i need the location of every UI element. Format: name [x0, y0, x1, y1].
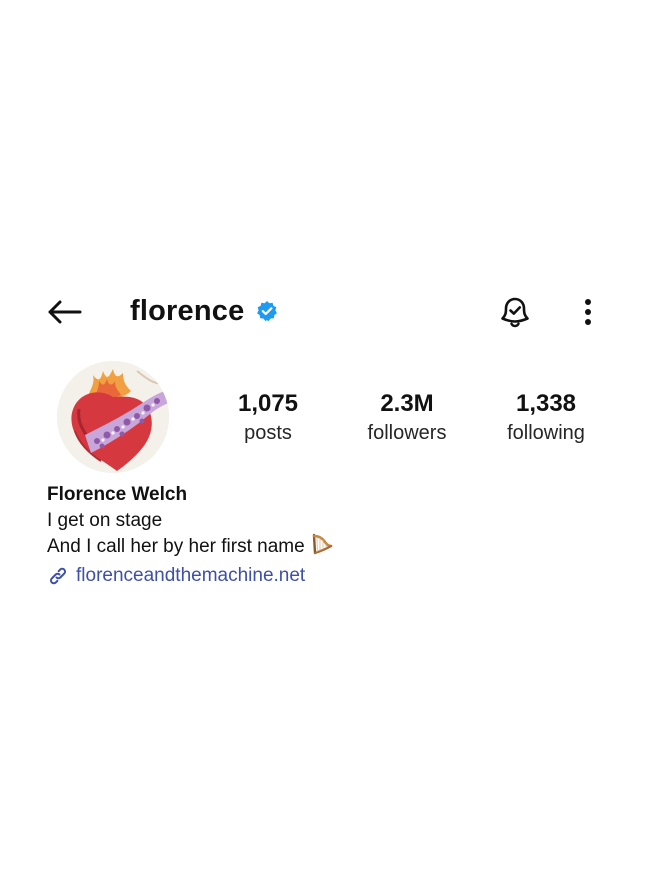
profile-header: florence — [0, 283, 659, 339]
bio-line: I get on stage — [47, 508, 627, 533]
followers-label: followers — [367, 422, 447, 444]
username-container: florence — [130, 291, 278, 331]
harp-emoji — [311, 533, 333, 562]
following-label: following — [507, 422, 585, 444]
link-icon — [49, 567, 67, 584]
posts-label: posts — [244, 422, 292, 444]
bio-text: And I call her by her first name — [47, 536, 305, 557]
bell-check-icon — [501, 297, 529, 328]
display-name: Florence Welch — [47, 484, 188, 505]
following-stat[interactable]: 1,338 following — [486, 389, 606, 447]
avatar-sacred-heart-painting — [57, 361, 169, 473]
following-count: 1,338 — [515, 390, 577, 417]
more-vertical-icon — [585, 299, 591, 325]
followers-count: 2.3M — [380, 390, 434, 417]
page-title: florence — [130, 294, 245, 327]
posts-count: 1,075 — [237, 390, 299, 417]
bio-line: And I call her by her first name — [47, 533, 627, 562]
notifications-button[interactable] — [496, 293, 534, 331]
website-link-text: florenceandthemachine.net — [76, 565, 306, 586]
posts-stat[interactable]: 1,075 posts — [208, 389, 328, 447]
avatar[interactable] — [57, 361, 169, 473]
followers-stat[interactable]: 2.3M followers — [347, 389, 467, 447]
profile-bio: Florence Welch I get on stage And I call… — [47, 482, 627, 588]
arrow-left-icon — [48, 300, 82, 324]
more-options-button[interactable] — [574, 293, 602, 331]
website-link[interactable]: florenceandthemachine.net — [47, 563, 627, 588]
verified-badge-icon — [256, 300, 278, 322]
back-button[interactable] — [44, 295, 84, 329]
bio-text: I get on stage — [47, 510, 163, 531]
